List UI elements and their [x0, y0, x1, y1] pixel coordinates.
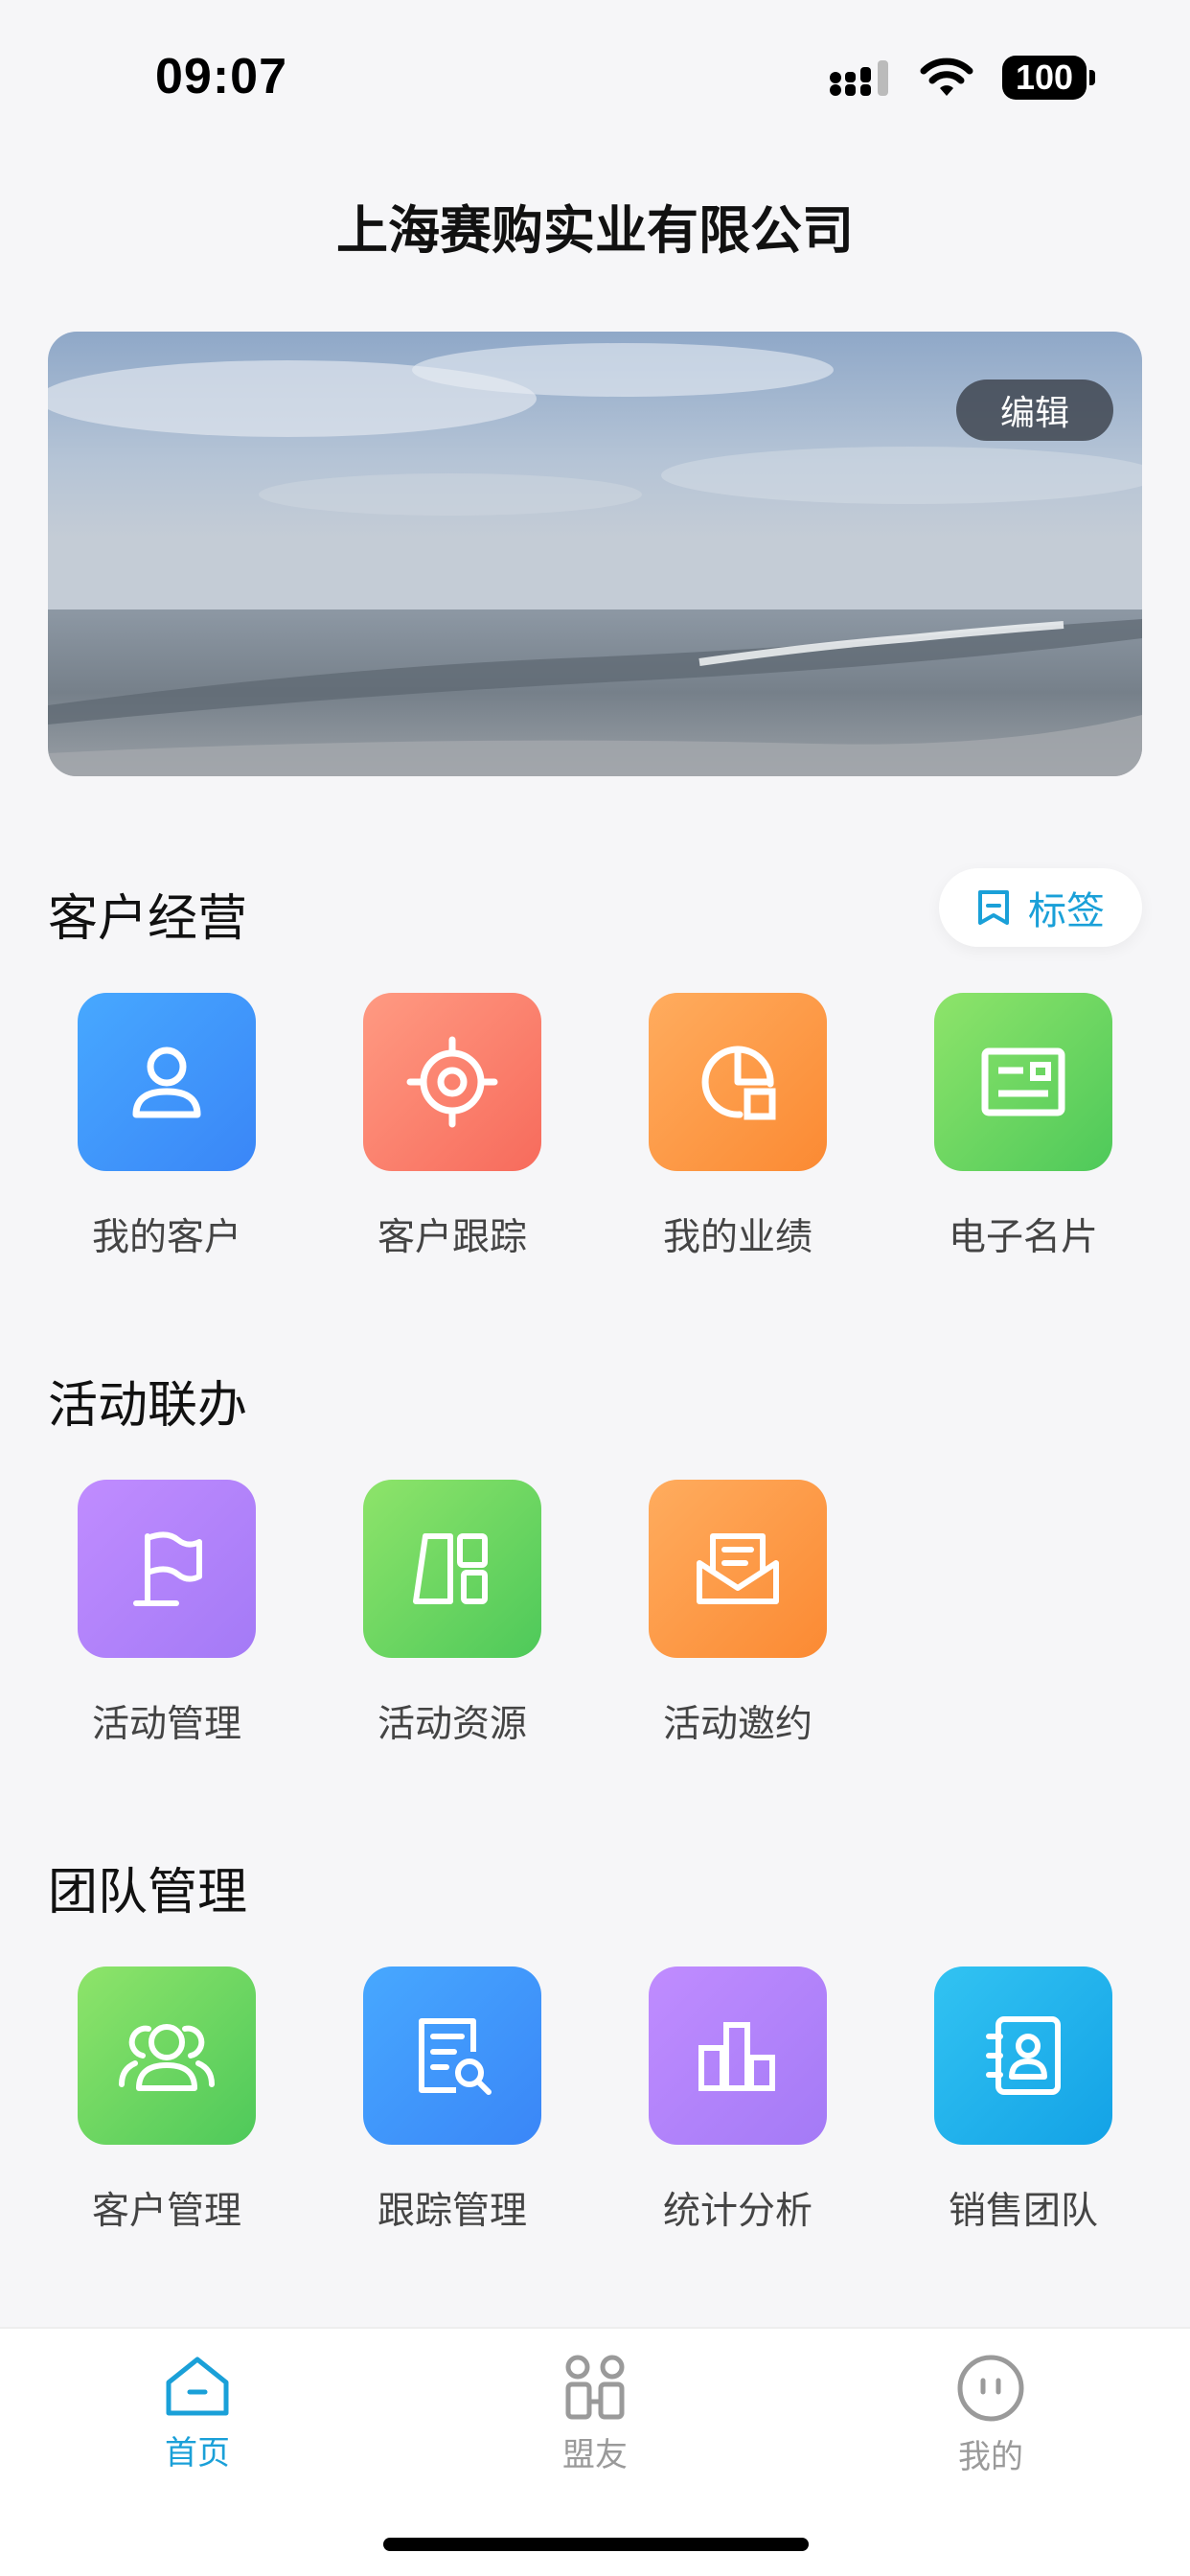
users-group-icon — [78, 1966, 256, 2145]
tab-label: 我的 — [958, 2439, 1023, 2475]
allies-grid-icon — [565, 2355, 625, 2420]
tile-sales-team[interactable]: 销售团队 — [934, 1966, 1112, 2235]
tab-label: 盟友 — [562, 2437, 628, 2473]
tile-label: 销售团队 — [948, 2191, 1098, 2232]
home-icon — [166, 2357, 229, 2416]
tile-activity-management[interactable]: 活动管理 — [78, 1480, 256, 1748]
tile-label: 活动邀约 — [662, 1704, 812, 1745]
section-title-team: 团队管理 — [48, 1865, 248, 1920]
user-icon — [78, 993, 256, 1171]
status-icons: 100 — [830, 56, 1095, 100]
bar-chart-icon — [649, 1966, 827, 2145]
tile-my-performance[interactable]: 我的业绩 — [649, 993, 827, 1261]
tile-label: 客户管理 — [91, 2191, 241, 2232]
business-card-icon — [934, 993, 1112, 1171]
tile-customer-tracking[interactable]: 客户跟踪 — [363, 993, 541, 1261]
section-title-customer: 客户经营 — [48, 891, 248, 947]
tile-activity-resources[interactable]: 活动资源 — [363, 1480, 541, 1748]
document-search-icon — [363, 1966, 541, 2145]
tile-label: 活动管理 — [91, 1704, 241, 1745]
cellular-signal-icon — [830, 60, 888, 96]
edit-banner-button[interactable]: 编辑 — [956, 380, 1113, 441]
tile-business-card[interactable]: 电子名片 — [934, 993, 1112, 1261]
section-title-activity: 活动联办 — [48, 1378, 248, 1434]
performance-chart-icon — [649, 993, 827, 1171]
battery-indicator: 100 — [1002, 56, 1095, 100]
resource-blocks-icon — [363, 1480, 541, 1658]
invitation-envelope-icon — [649, 1480, 827, 1658]
tile-statistics[interactable]: 统计分析 — [649, 1966, 827, 2235]
tab-home[interactable]: 首页 — [102, 2354, 293, 2473]
app-home-screen: 09:07 100 上海赛购实业有限公司 编辑 客户经营 标签 我的客户 客户跟… — [0, 0, 1190, 2576]
tile-my-customers[interactable]: 我的客户 — [78, 993, 256, 1261]
tile-label: 跟踪管理 — [377, 2191, 527, 2232]
flag-icon — [78, 1480, 256, 1658]
tag-button-label: 标签 — [1028, 890, 1105, 932]
tile-activity-invitation[interactable]: 活动邀约 — [649, 1480, 827, 1748]
target-icon — [363, 993, 541, 1171]
profile-face-icon — [957, 2355, 1024, 2422]
bookmark-tag-icon — [978, 890, 1009, 925]
wifi-icon — [920, 58, 973, 96]
tile-label: 我的业绩 — [662, 1217, 812, 1258]
tab-mine[interactable]: 我的 — [895, 2354, 1087, 2477]
page-title: 上海赛购实业有限公司 — [336, 202, 854, 260]
tab-allies[interactable]: 盟友 — [499, 2354, 691, 2475]
tag-button[interactable]: 标签 — [939, 868, 1142, 947]
tile-label: 我的客户 — [91, 1217, 241, 1258]
contact-book-icon — [934, 1966, 1112, 2145]
banner-image[interactable]: 编辑 — [48, 332, 1142, 776]
tile-label: 统计分析 — [662, 2191, 812, 2232]
tile-label: 客户跟踪 — [377, 1217, 527, 1258]
tile-tracking-management[interactable]: 跟踪管理 — [363, 1966, 541, 2235]
tile-customer-management[interactable]: 客户管理 — [78, 1966, 256, 2235]
tile-label: 活动资源 — [377, 1704, 527, 1745]
tab-label: 首页 — [165, 2435, 230, 2472]
tile-label: 电子名片 — [948, 1217, 1098, 1258]
home-indicator — [383, 2538, 809, 2551]
status-time: 09:07 — [155, 49, 287, 104]
